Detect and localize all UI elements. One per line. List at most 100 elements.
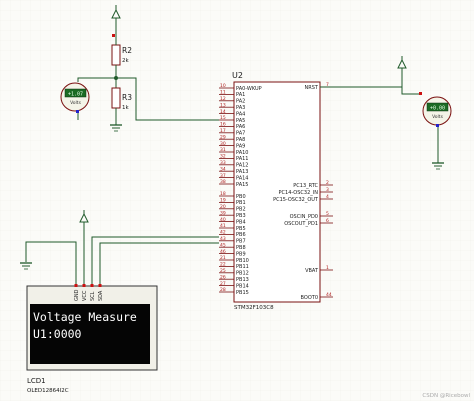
voltmeter-right-positive — [419, 92, 422, 95]
pin-label: PB11 — [236, 264, 249, 270]
pin-label: PA3 — [236, 105, 245, 111]
pin-label: BOOT0 — [301, 295, 318, 301]
pin-label: PB15 — [236, 290, 249, 296]
pin-label: PB13 — [236, 277, 249, 283]
pin-label: PB14 — [236, 283, 249, 289]
oled-pin-label: GND — [74, 289, 80, 301]
pin-number: 43 — [220, 236, 226, 242]
pin-number: 11 — [220, 90, 226, 96]
pin-number: 41 — [220, 223, 226, 229]
pin-label: OSCOUT_PD1 — [284, 221, 318, 227]
pin-number: 17 — [220, 128, 226, 134]
pin-label: PB12 — [236, 271, 249, 277]
pin-label: PA10 — [236, 150, 248, 156]
pin-label: PA7 — [236, 131, 245, 137]
u2-label: U2 — [232, 71, 243, 80]
r2-label: R2 — [122, 46, 132, 55]
pin-label: PB3 — [236, 213, 246, 219]
pin-number: 38 — [220, 179, 226, 185]
pin-number: 40 — [220, 217, 226, 223]
lcd-part-number: OLED12864I2C — [27, 388, 69, 394]
r3-value: 1k — [122, 105, 129, 111]
voltmeter-left[interactable]: +1.07 Volts — [60, 82, 90, 112]
pin-number: 14 — [220, 109, 226, 115]
pin-number: 19 — [220, 198, 226, 204]
pin-number: 37 — [220, 173, 226, 179]
pin-number: 1 — [326, 265, 329, 271]
pin-label: PB8 — [236, 245, 246, 251]
pin-label: PB0 — [236, 194, 246, 200]
pin-number: 27 — [220, 281, 226, 287]
pin-label: PC15-OSC32_OUT — [273, 197, 319, 203]
pin-number: 22 — [220, 262, 226, 268]
schematic-canvas[interactable]: { "window": { "title": "" }, "labels": {… — [0, 0, 474, 401]
pin-label: PC14-OSC32_IN — [279, 190, 319, 196]
pin-label: PB5 — [236, 226, 246, 232]
r3-label: R3 — [122, 93, 132, 102]
pin-number: 26 — [220, 274, 226, 280]
pin-label: PB10 — [236, 258, 249, 264]
resistor-r3[interactable] — [111, 87, 121, 109]
voltmeter-right[interactable]: +0.00 Volts — [422, 96, 452, 126]
pin-label: PA9 — [236, 143, 245, 149]
pin-label: PA11 — [236, 156, 248, 162]
pin-number: 6 — [326, 218, 329, 224]
pin-label: PB1 — [236, 200, 246, 206]
voltmeter-left-reading: +1.07 — [68, 92, 83, 98]
oled-pin-label: VCC — [82, 290, 88, 301]
pin-number: 16 — [220, 122, 226, 128]
voltmeter-left-negative — [76, 110, 79, 113]
pin-label: PC13_RTC — [293, 183, 318, 189]
pin-number: 31 — [220, 147, 226, 153]
pin-label: PB9 — [236, 251, 246, 257]
resistor-r2[interactable] — [111, 44, 121, 66]
lcd-label: LCD1 — [27, 377, 46, 385]
pin-label: PA4 — [236, 111, 245, 117]
pin-number: 5 — [326, 211, 329, 217]
pin-label: PA15 — [236, 182, 248, 188]
pin-label: PA1 — [236, 92, 245, 98]
pin-label: OSCIN_PD0 — [290, 214, 318, 220]
watermark-text: CSDN @Ricebowl — [422, 393, 470, 399]
voltmeter-right-unit: Volts — [432, 114, 443, 120]
u2-part-number: STM32F103C8 — [234, 305, 274, 311]
pin-number: 39 — [220, 210, 226, 216]
voltmeter-right-negative — [436, 124, 439, 127]
pin-label: PB2 — [236, 207, 246, 213]
pin-number: 13 — [220, 102, 226, 108]
pin-number: 12 — [220, 96, 226, 102]
pin-label: PA2 — [236, 99, 245, 105]
pin-number: 15 — [220, 115, 226, 121]
pin-label: PA0-WKUP — [236, 86, 262, 92]
pin-label: PB4 — [236, 219, 246, 225]
pin-number: 4 — [326, 194, 329, 200]
oled-line-2: U1:0000 — [33, 327, 82, 341]
pin-label: PA14 — [236, 175, 248, 181]
r2-value: 2k — [122, 58, 129, 64]
pin-number: 3 — [326, 187, 329, 193]
pin-label: PA13 — [236, 169, 248, 175]
pin-number: 18 — [220, 191, 226, 197]
oled-line-1: Voltage Measure — [33, 310, 137, 324]
r2-pin-marker — [112, 34, 115, 37]
pin-number: 34 — [220, 166, 226, 172]
oled-pin-label: SDA — [98, 290, 104, 301]
pin-number: 42 — [220, 230, 226, 236]
pin-label: NRST — [305, 85, 319, 91]
pin-number: 21 — [220, 255, 226, 261]
pin-label: PB6 — [236, 232, 246, 238]
pin-label: VBAT — [305, 268, 319, 274]
pin-number: 32 — [220, 154, 226, 160]
pin-label: PA8 — [236, 137, 245, 143]
pin-number: 20 — [220, 204, 226, 210]
pin-number: 28 — [220, 287, 226, 293]
pin-number: 33 — [220, 160, 226, 166]
pin-number: 25 — [220, 268, 226, 274]
pin-number: 10 — [220, 83, 226, 89]
pin-number: 30 — [220, 141, 226, 147]
pin-label: PA6 — [236, 124, 245, 130]
pin-number: 2 — [326, 180, 329, 186]
voltmeter-right-reading: +0.00 — [430, 106, 445, 112]
pin-number: 45 — [220, 242, 226, 248]
pin-label: PA5 — [236, 118, 245, 124]
